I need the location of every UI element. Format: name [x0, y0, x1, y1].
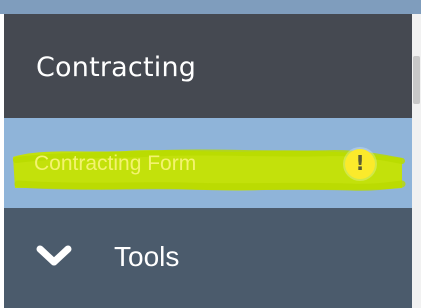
sidebar: Contracting Contracting Form ! Tools	[4, 14, 416, 308]
chevron-down-icon	[36, 245, 72, 266]
warning-exclamation-mark: !	[355, 151, 365, 175]
section-title: Contracting	[36, 52, 197, 83]
sidebar-item-label-contracting-form: Contracting Form	[34, 152, 197, 175]
sidebar-item-label-tools: Tools	[114, 241, 180, 272]
section-header: Contracting	[4, 14, 416, 118]
sidebar-scrollbar-track[interactable]	[412, 14, 421, 308]
sidebar-item-tools[interactable]: Tools	[4, 208, 416, 308]
sidebar-item-contracting-form[interactable]: Contracting Form !	[4, 118, 416, 208]
top-strip	[0, 0, 421, 14]
warning-exclamation-icon: !	[345, 149, 375, 179]
sidebar-scrollbar-thumb[interactable]	[413, 56, 420, 104]
